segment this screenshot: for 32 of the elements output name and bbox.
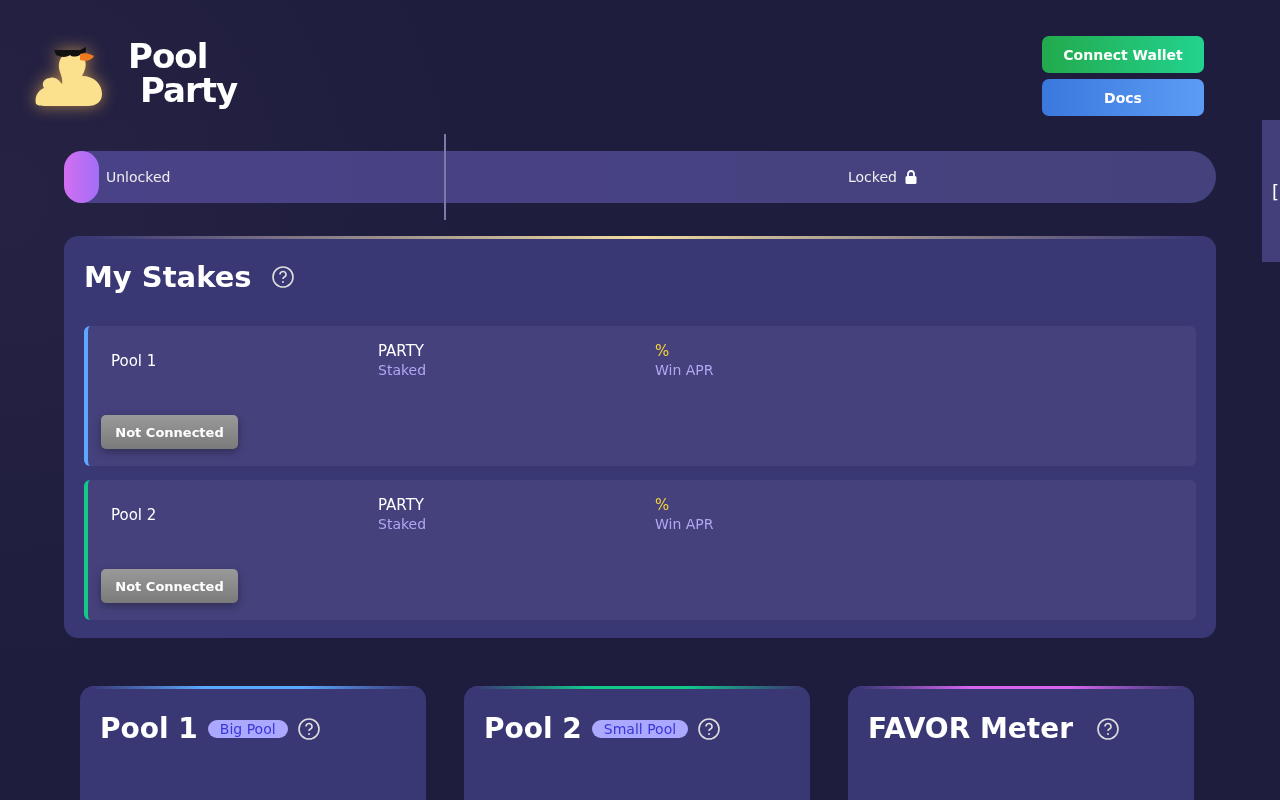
lock-icon: [904, 170, 917, 184]
side-panel-tab[interactable]: [: [1262, 120, 1280, 262]
pool-size-tag: Small Pool: [591, 719, 689, 738]
not-connected-button[interactable]: Not Connected: [101, 415, 238, 449]
not-connected-button[interactable]: Not Connected: [101, 569, 238, 603]
pool-size-tag: Big Pool: [207, 719, 288, 738]
pool-name: Pool 2: [110, 506, 158, 524]
side-tab-label: [: [1272, 180, 1280, 202]
pool-name: Pool 1: [110, 352, 158, 370]
help-icon[interactable]: [1097, 717, 1119, 740]
card-title: Pool 2: [484, 712, 582, 745]
token-name: PARTY: [378, 496, 425, 514]
lock-slider-track[interactable]: Unlocked Locked: [64, 151, 1216, 203]
apr-value: %: [655, 342, 671, 360]
connect-wallet-button[interactable]: Connect Wallet: [1042, 36, 1204, 73]
apr-caption: Win APR: [655, 362, 715, 378]
apr-value: %: [655, 496, 671, 514]
section-title: My Stakes: [84, 260, 252, 294]
help-icon[interactable]: [698, 717, 721, 740]
help-icon[interactable]: [271, 266, 294, 288]
card-title: FAVOR Meter: [868, 712, 1073, 745]
slider-thumb[interactable]: [64, 151, 99, 203]
token-name: PARTY: [378, 342, 425, 360]
locked-label: Locked: [848, 169, 897, 185]
brand-logo-text: Pool Party: [128, 39, 238, 107]
apr-caption: Win APR: [655, 516, 715, 532]
docs-button[interactable]: Docs: [1042, 79, 1204, 116]
help-icon[interactable]: [297, 717, 320, 740]
unlocked-label: Unlocked: [106, 169, 171, 185]
staked-caption: Staked: [378, 362, 428, 378]
card-title: Pool 1: [100, 712, 198, 745]
staked-caption: Staked: [378, 516, 428, 532]
